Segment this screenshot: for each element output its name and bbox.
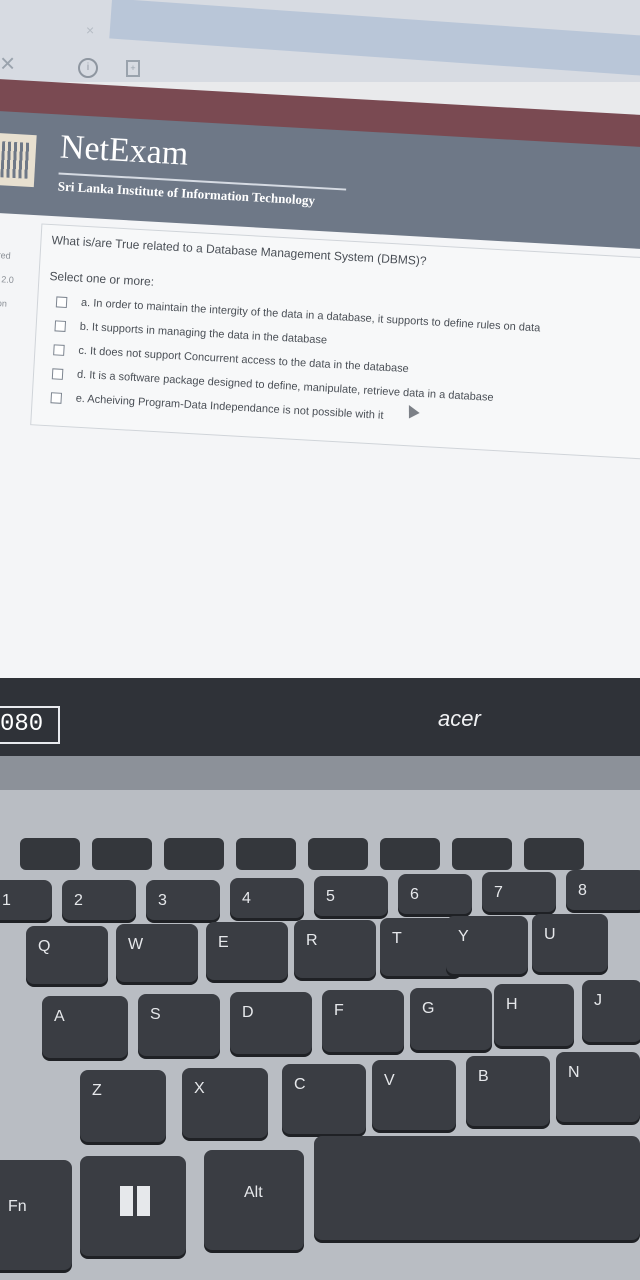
function-key[interactable] (308, 838, 368, 870)
key-z[interactable]: Z (80, 1070, 166, 1142)
answer-option-e[interactable]: e. Acheiving Program-Data Independance i… (50, 391, 384, 422)
key-d[interactable]: D (230, 992, 312, 1054)
answer-option-b[interactable]: b. It supports in managing the data in t… (54, 319, 328, 347)
question-text: What is/are True related to a Database M… (51, 233, 427, 268)
monitor-screen: × × i + NetExam Sri Lanka Institute of I… (0, 0, 640, 690)
checkbox[interactable] (50, 391, 63, 404)
question-instruction: Select one or more: (49, 268, 155, 289)
function-key[interactable] (92, 838, 152, 870)
browser-tabstrip: × × i + (0, 0, 640, 82)
sidebar-label: red (0, 250, 11, 261)
function-key[interactable] (524, 838, 584, 870)
checkbox[interactable] (54, 319, 67, 332)
function-key[interactable] (20, 838, 80, 870)
key-y[interactable]: Y (446, 916, 528, 974)
brand-subtitle: Sri Lanka Institute of Information Techn… (57, 178, 316, 208)
checkbox[interactable] (55, 295, 68, 308)
key-7[interactable]: 7 (482, 872, 556, 912)
spacebar[interactable] (314, 1136, 640, 1240)
key-alt[interactable]: Alt (204, 1150, 304, 1250)
key-j[interactable]: J (582, 980, 640, 1042)
key-e[interactable]: E (206, 922, 288, 980)
close-icon[interactable]: × (0, 48, 15, 79)
key-1[interactable]: 1 (0, 880, 52, 920)
option-label: b. It supports in managing the data in t… (79, 320, 328, 347)
function-key[interactable] (452, 838, 512, 870)
key-x[interactable]: X (182, 1068, 268, 1138)
key-r[interactable]: R (294, 920, 376, 978)
key-f[interactable]: F (322, 990, 404, 1052)
windows-icon (120, 1186, 150, 1216)
key-8[interactable]: 8 (566, 870, 640, 910)
key-3[interactable]: 3 (146, 880, 220, 920)
tab-bar (109, 0, 640, 78)
checkbox[interactable] (53, 343, 65, 356)
sidebar-label: f 2.0 (0, 274, 15, 285)
sidebar-label: ion (0, 297, 8, 309)
exam-page: red f 2.0 ion What is/are True related t… (0, 212, 640, 690)
model-badge: 080 (0, 706, 60, 744)
key-fn[interactable]: Fn (0, 1160, 72, 1270)
key-h[interactable]: H (494, 984, 574, 1046)
laptop-brand-logo: acer (438, 706, 481, 731)
key-n[interactable]: N (556, 1052, 640, 1122)
function-key[interactable] (380, 838, 440, 870)
sidebar-info: red f 2.0 ion (0, 243, 16, 316)
key-q[interactable]: Q (26, 926, 108, 984)
key-b[interactable]: B (466, 1056, 550, 1126)
key-6[interactable]: 6 (398, 874, 472, 914)
laptop-bezel: 080 acer (0, 678, 640, 768)
key-u[interactable]: U (532, 914, 608, 972)
key-w[interactable]: W (116, 924, 198, 982)
key-a[interactable]: A (42, 996, 128, 1058)
key-2[interactable]: 2 (62, 880, 136, 920)
key-5[interactable]: 5 (314, 876, 388, 916)
key-4[interactable]: 4 (230, 878, 304, 918)
sliit-logo-icon (0, 132, 37, 188)
key-windows[interactable] (80, 1156, 186, 1256)
key-v[interactable]: V (372, 1060, 456, 1130)
tab-close-icon[interactable]: × (86, 22, 94, 38)
info-icon[interactable]: i (78, 58, 98, 78)
key-g[interactable]: G (410, 988, 492, 1050)
document-icon[interactable]: + (126, 60, 140, 77)
function-key[interactable] (236, 838, 296, 870)
function-key[interactable] (164, 838, 224, 870)
option-label: e. Acheiving Program-Data Independance i… (75, 392, 384, 422)
question-card: What is/are True related to a Database M… (30, 223, 640, 460)
key-c[interactable]: C (282, 1064, 366, 1134)
checkbox[interactable] (51, 367, 64, 380)
key-s[interactable]: S (138, 994, 220, 1056)
brand-title: NetExam (59, 128, 190, 173)
